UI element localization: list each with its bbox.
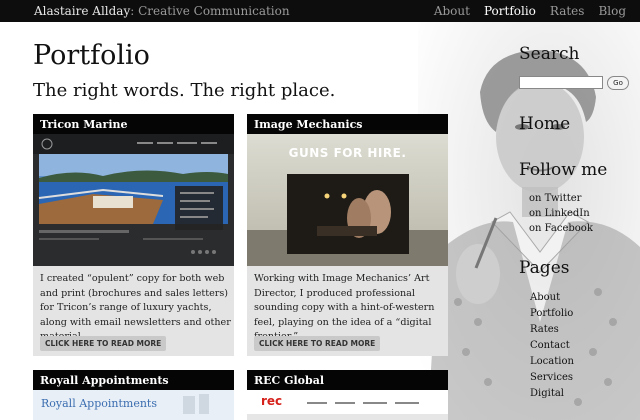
thumb-headline: GUNS FOR HIRE.	[288, 146, 407, 160]
thumb-headline: Royall Appointments	[41, 397, 157, 410]
royall-appointments-screenshot[interactable]: Royall Appointments	[33, 390, 234, 420]
page-subtitle: The right words. The right place.	[33, 80, 336, 101]
page-link-rates[interactable]: Rates	[530, 322, 574, 338]
twitter-link[interactable]: on Twitter	[529, 191, 593, 206]
follow-links: on Twitter on LinkedIn on Facebook	[529, 191, 593, 236]
search-go-button[interactable]: Go	[607, 76, 629, 90]
page-link-about[interactable]: About	[530, 290, 574, 306]
linkedin-link[interactable]: on LinkedIn	[529, 206, 593, 221]
card-title[interactable]: REC Global	[247, 370, 448, 390]
image-mechanics-screenshot[interactable]: GUNS FOR HIRE.	[247, 134, 448, 266]
top-navigation-bar: Alastaire Allday: Creative Communication…	[0, 0, 640, 22]
pages-heading: Pages	[519, 258, 570, 278]
page-link-portfolio[interactable]: Portfolio	[530, 306, 574, 322]
tricon-marine-screenshot[interactable]	[33, 134, 234, 266]
nav-portfolio[interactable]: Portfolio	[484, 4, 536, 18]
brand-tagline: : Creative Communication	[130, 4, 290, 18]
rec-logo: rec	[261, 394, 283, 408]
portfolio-card-royall-appointments: Royall Appointments Royall Appointments	[33, 370, 234, 420]
card-description: I created “opulent” copy for both web an…	[40, 273, 231, 342]
search-heading: Search	[519, 44, 580, 64]
page-link-contact[interactable]: Contact	[530, 338, 574, 354]
page-link-digital[interactable]: Digital	[530, 386, 574, 402]
facebook-link[interactable]: on Facebook	[529, 221, 593, 236]
search-input[interactable]	[519, 76, 603, 89]
rec-global-screenshot[interactable]: rec	[247, 390, 448, 420]
portfolio-card-rec-global: REC Global rec	[247, 370, 448, 420]
home-link-heading[interactable]: Home	[519, 114, 570, 134]
site-brand[interactable]: Alastaire Allday: Creative Communication	[34, 4, 290, 18]
brand-name: Alastaire Allday	[34, 4, 131, 18]
read-more-button[interactable]: CLICK HERE TO READ MORE	[254, 336, 381, 351]
nav-blog[interactable]: Blog	[598, 4, 626, 18]
page-title: Portfolio	[33, 40, 150, 71]
card-description: Working with Image Mechanics’ Art Direct…	[254, 273, 435, 342]
follow-me-heading: Follow me	[519, 160, 608, 180]
card-title[interactable]: Image Mechanics	[247, 114, 448, 134]
card-title[interactable]: Royall Appointments	[33, 370, 234, 390]
nav-about[interactable]: About	[434, 4, 470, 18]
read-more-button[interactable]: CLICK HERE TO READ MORE	[40, 336, 167, 351]
pages-list: About Portfolio Rates Contact Location S…	[530, 290, 574, 402]
page-link-location[interactable]: Location	[530, 354, 574, 370]
nav-rates[interactable]: Rates	[550, 4, 585, 18]
page-link-services[interactable]: Services	[530, 370, 574, 386]
main-nav: About Portfolio Rates Blog	[434, 4, 626, 18]
card-title[interactable]: Tricon Marine	[33, 114, 234, 134]
portfolio-card-image-mechanics: Image Mechanics GUNS FOR HIRE. Working w…	[247, 114, 448, 356]
portfolio-card-tricon-marine: Tricon Marine I created “opulent” copy f…	[33, 114, 234, 356]
